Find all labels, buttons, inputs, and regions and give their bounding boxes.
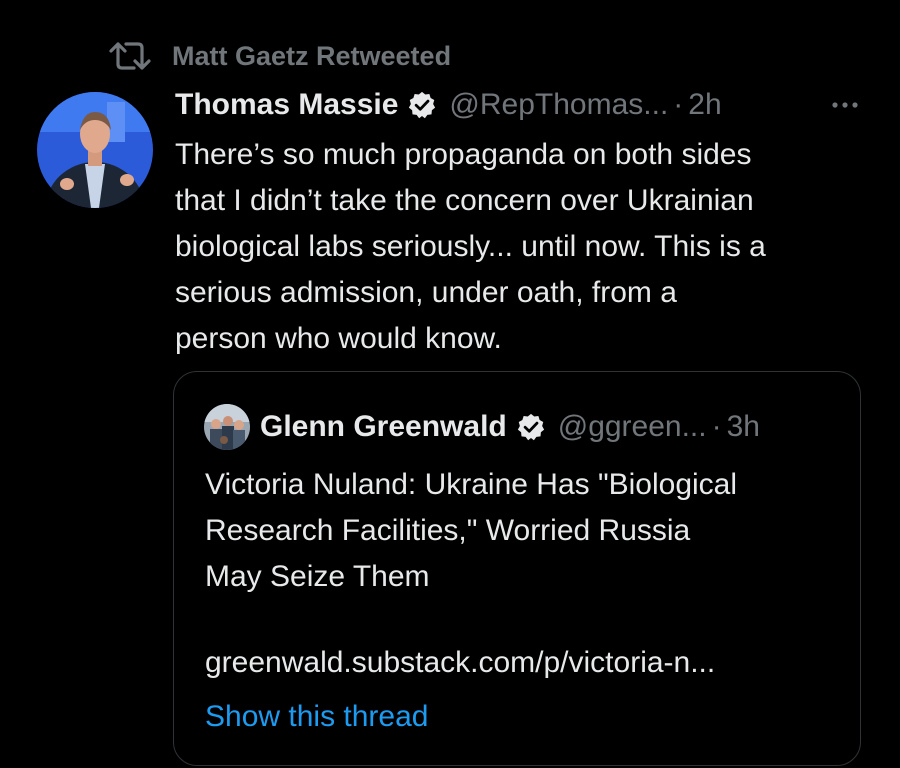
quote-avatar[interactable] [204, 404, 250, 450]
retweet-context[interactable]: Matt Gaetz Retweeted [108, 38, 451, 74]
quote-tweet-card[interactable]: Glenn Greenwald @ggreen... · 3h Victoria… [173, 371, 861, 766]
tweet-text-line: person who would know. [175, 322, 502, 355]
tweet-text-line: that I didn’t take the concern over Ukra… [175, 184, 754, 217]
quote-text-line: May Seize Them [205, 560, 430, 593]
verified-badge-icon [407, 90, 437, 120]
more-icon [832, 102, 858, 108]
author-name[interactable]: Thomas Massie [175, 88, 398, 122]
tweet-header: Thomas Massie @RepThomas... · 2h [175, 84, 865, 126]
quote-author-handle[interactable]: @ggreen... [558, 410, 707, 444]
quote-text: Victoria Nuland: Ukraine Has "Biological… [205, 462, 845, 600]
quote-header: Glenn Greenwald @ggreen... · 3h [204, 402, 760, 452]
tweet-text-line: serious admission, under oath, from a [175, 276, 677, 309]
quote-timestamp[interactable]: 3h [727, 410, 760, 444]
quote-author-name[interactable]: Glenn Greenwald [260, 410, 507, 444]
quote-text-line: Research Facilities," Worried Russia [205, 514, 691, 547]
retweet-label[interactable]: Matt Gaetz Retweeted [172, 41, 451, 72]
avatar[interactable] [37, 92, 153, 208]
quote-link[interactable]: greenwald.substack.com/p/victoria-n... [205, 640, 715, 686]
retweet-icon [108, 38, 152, 74]
separator-dot: · [673, 88, 684, 121]
verified-badge-icon [516, 412, 546, 442]
separator-dot: · [711, 410, 722, 443]
quote-text-line: Victoria Nuland: Ukraine Has "Biological [205, 468, 738, 501]
tweet-timestamp[interactable]: 2h [688, 88, 721, 122]
tweet-text: There’s so much propaganda on both sides… [175, 132, 875, 362]
author-handle[interactable]: @RepThomas... [449, 88, 668, 122]
tweet-text-line: There’s so much propaganda on both sides [175, 138, 752, 171]
more-button[interactable] [825, 86, 865, 124]
tweet-text-line: biological labs seriously... until now. … [175, 230, 766, 263]
show-thread-link[interactable]: Show this thread [205, 694, 428, 740]
